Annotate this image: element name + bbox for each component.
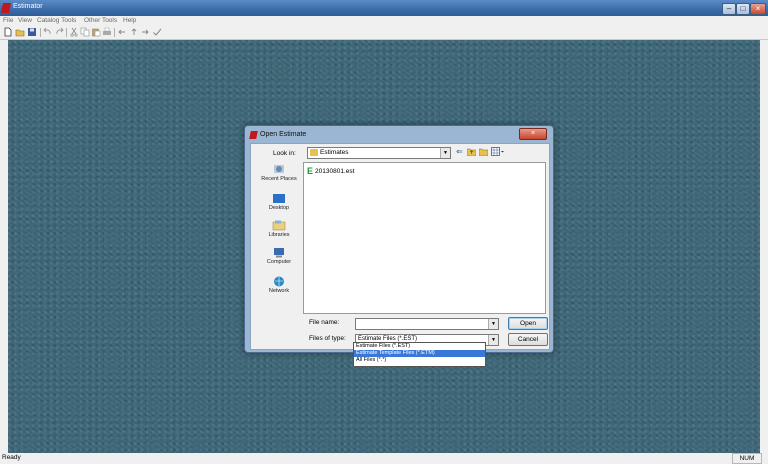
cancel-button[interactable]: Cancel: [508, 333, 548, 346]
file-name-label: File name:: [309, 319, 340, 326]
place-computer[interactable]: Computer: [259, 247, 299, 265]
file-name-input[interactable]: ▼: [355, 318, 499, 330]
network-icon: [274, 276, 284, 287]
file-name: 20130801.est: [315, 168, 355, 175]
menu-help[interactable]: Help: [123, 17, 136, 24]
dialog-title: Open Estimate: [260, 131, 307, 138]
save-icon[interactable]: [27, 27, 37, 37]
print-icon[interactable]: [102, 27, 112, 37]
new-file-icon[interactable]: [3, 27, 13, 37]
menu-view[interactable]: View: [18, 17, 32, 24]
look-in-value: Estimates: [320, 149, 349, 156]
estimate-file-icon: E: [307, 166, 314, 176]
dialog-body: Look in: Estimates ▼ ⇐ Recent Places Des…: [250, 143, 550, 350]
places-bar: Recent Places Desktop Libraries Computer…: [259, 162, 299, 312]
place-label: Computer: [266, 259, 292, 265]
menu-other-tools[interactable]: Other Tools: [84, 17, 117, 24]
toolbar-separator: [114, 28, 115, 37]
place-libraries[interactable]: Libraries: [259, 220, 299, 238]
place-label: Libraries: [268, 232, 290, 238]
recent-places-icon: [274, 165, 284, 173]
open-folder-icon[interactable]: [15, 27, 25, 37]
up-folder-icon[interactable]: [467, 147, 476, 156]
dialog-app-icon: [249, 131, 258, 139]
open-estimate-dialog: Open Estimate × Look in: Estimates ▼ ⇐ R…: [244, 125, 554, 353]
undo-icon[interactable]: [43, 27, 53, 37]
copy-icon[interactable]: [80, 27, 90, 37]
menu-bar: File View Catalog Tools Other Tools Help: [0, 16, 768, 26]
chevron-down-icon[interactable]: ▼: [488, 335, 498, 345]
open-button[interactable]: Open: [508, 317, 548, 330]
libraries-icon: [272, 220, 286, 231]
place-recent-places[interactable]: Recent Places: [259, 164, 299, 182]
status-bar: Ready NUM: [0, 453, 768, 464]
chevron-down-icon[interactable]: ▼: [440, 148, 450, 158]
dialog-close-button[interactable]: ×: [519, 128, 547, 140]
chevron-down-icon[interactable]: ▼: [488, 319, 498, 329]
look-in-label: Look in:: [273, 150, 296, 157]
place-network[interactable]: Network: [259, 276, 299, 294]
file-type-option-selected[interactable]: Estimate Template Files (*.ETM): [354, 350, 485, 357]
folder-icon: [310, 149, 318, 156]
right-arrow-icon[interactable]: [140, 27, 150, 37]
new-folder-icon[interactable]: [479, 147, 488, 156]
view-menu-icon[interactable]: [491, 147, 505, 156]
dialog-nav-toolbar: ⇐: [455, 147, 515, 157]
close-window-button[interactable]: ×: [750, 3, 766, 15]
app-icon: [0, 3, 12, 13]
minimize-button[interactable]: –: [722, 3, 736, 15]
window-title: Estimator: [13, 3, 43, 10]
back-icon[interactable]: ⇐: [455, 147, 464, 156]
look-in-combobox[interactable]: Estimates ▼: [307, 147, 451, 159]
menu-file[interactable]: File: [3, 17, 13, 24]
title-bar: Estimator – □ ×: [0, 0, 768, 16]
desktop-icon: [273, 194, 285, 203]
file-type-option[interactable]: Estimate Files (*.EST): [354, 343, 485, 350]
redo-icon[interactable]: [54, 27, 64, 37]
paste-icon[interactable]: [91, 27, 101, 37]
place-label: Recent Places: [261, 176, 297, 182]
computer-icon: [274, 248, 284, 258]
place-label: Network: [268, 288, 290, 294]
file-item[interactable]: E 20130801.est: [307, 166, 354, 176]
file-list[interactable]: E 20130801.est: [303, 162, 546, 314]
place-label: Desktop: [268, 205, 290, 211]
file-type-dropdown-list: Estimate Files (*.EST) Estimate Template…: [353, 342, 486, 367]
files-of-type-label: Files of type:: [309, 335, 346, 342]
toolbar: [0, 26, 768, 40]
menu-catalog-tools[interactable]: Catalog Tools: [37, 17, 76, 24]
file-type-option[interactable]: All Files (*.*): [354, 357, 485, 364]
status-text: Ready: [2, 454, 21, 461]
up-arrow-icon[interactable]: [129, 27, 139, 37]
toolbar-separator: [66, 28, 67, 37]
place-desktop[interactable]: Desktop: [259, 193, 299, 211]
maximize-button[interactable]: □: [736, 3, 750, 15]
toolbar-separator: [40, 28, 41, 37]
cut-icon[interactable]: [69, 27, 79, 37]
back-arrow-icon[interactable]: [117, 27, 127, 37]
checkmark-icon[interactable]: [152, 27, 162, 37]
num-lock-indicator: NUM: [732, 453, 762, 464]
